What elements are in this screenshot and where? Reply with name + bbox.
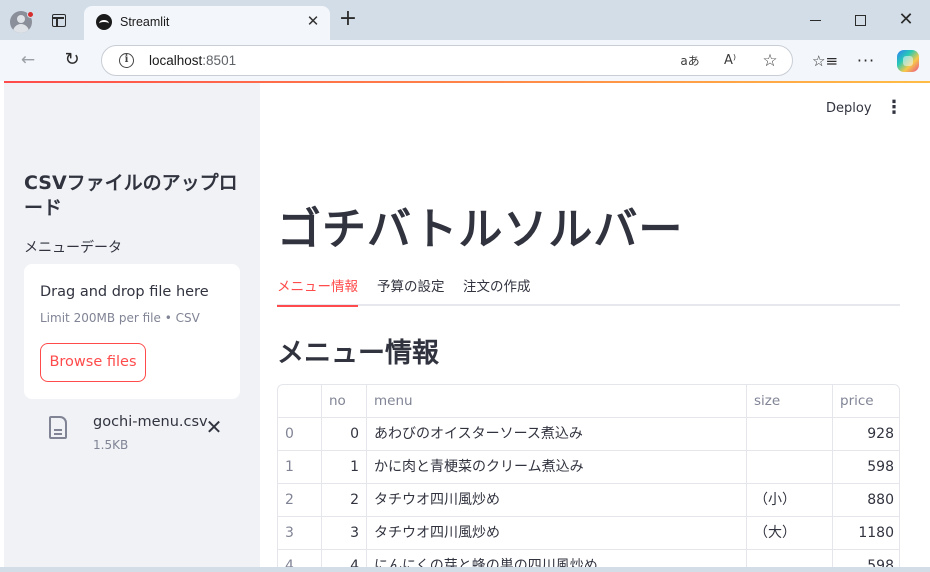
close-tab-icon[interactable]: ✕ (304, 12, 322, 30)
url-port: :8501 (202, 53, 237, 68)
row-index: 2 (278, 484, 322, 517)
column-header-price[interactable]: price (833, 385, 899, 418)
site-info-icon[interactable]: i (119, 53, 134, 68)
cell-no: 1 (322, 451, 367, 484)
tab-budget-settings[interactable]: 予算の設定 (377, 275, 445, 305)
tab-create-order[interactable]: 注文の作成 (463, 275, 531, 305)
cell-size: （大） (747, 517, 833, 550)
cell-menu: タチウオ四川風炒め (367, 484, 747, 517)
tab-list: メニュー情報 予算の設定 注文の作成 (277, 270, 900, 307)
copilot-icon[interactable] (897, 50, 919, 72)
close-window-icon[interactable]: ✕ (896, 10, 916, 30)
dropzone-limit: Limit 200MB per file • CSV (40, 311, 200, 325)
table-row[interactable]: 4 4 にんにくの芽と蜂の巣の四川風炒め 598 (278, 550, 899, 567)
translate-icon[interactable]: aあ (680, 51, 700, 71)
streamlit-app: CSVファイルのアップロード メニューデータ Drag and drop fil… (0, 81, 930, 567)
uploaded-file-name: gochi-menu.csv (93, 414, 208, 430)
cell-price: 598 (867, 558, 894, 567)
tab-actions-icon[interactable] (52, 14, 66, 27)
table-row[interactable]: 0 0 あわびのオイスターソース煮込み 928 (278, 418, 899, 451)
file-icon (49, 416, 67, 439)
table-row[interactable]: 1 1 かに肉と青梗菜のクリーム煮込み 598 (278, 451, 899, 484)
favorite-star-icon[interactable]: ☆ (760, 51, 780, 71)
reload-icon[interactable]: ↻ (62, 50, 82, 70)
cell-menu: タチウオ四川風炒め (367, 517, 747, 550)
avatar-body (13, 24, 29, 33)
cell-menu: あわびのオイスターソース煮込み (367, 418, 747, 451)
tab-title: Streamlit (120, 15, 170, 29)
row-index: 0 (278, 418, 322, 451)
more-options-icon[interactable]: ··· (856, 51, 876, 71)
section-title: メニュー情報 (277, 338, 439, 369)
table-header-row: no menu size price (278, 385, 899, 418)
cell-size (747, 550, 833, 567)
sidebar: CSVファイルのアップロード メニューデータ Drag and drop fil… (4, 83, 260, 567)
cell-price: 1180 (858, 525, 894, 541)
new-tab-icon[interactable]: + (338, 8, 358, 30)
cell-price: 928 (867, 426, 894, 442)
cell-menu: にんにくの芽と蜂の巣の四川風炒め (367, 550, 747, 567)
menu-dataframe[interactable]: no menu size price 0 0 あわびのオイスターソース煮込み 9… (277, 384, 900, 567)
cell-size (747, 418, 833, 451)
url-host: localhost (149, 53, 203, 68)
table-row[interactable]: 3 3 タチウオ四川風炒め （大） 1180 (278, 517, 899, 550)
address-bar[interactable]: i localhost:8501 aあ A⁾ ☆ (101, 45, 793, 76)
file-dropzone[interactable]: Drag and drop file here Limit 200MB per … (24, 264, 240, 399)
back-arrow-icon[interactable]: ← (18, 50, 38, 70)
read-aloud-icon[interactable]: A⁾ (720, 51, 740, 71)
minimize-window-icon[interactable] (806, 10, 826, 30)
cell-price: 880 (867, 492, 894, 508)
column-header-no[interactable]: no (322, 385, 367, 418)
cell-no: 2 (322, 484, 367, 517)
column-header-size[interactable]: size (747, 385, 833, 418)
cell-no: 0 (322, 418, 367, 451)
cell-size (747, 451, 833, 484)
maximize-window-icon[interactable] (850, 10, 870, 30)
uploaded-file-size: 1.5KB (93, 438, 129, 452)
row-index: 4 (278, 550, 322, 567)
tab-menu-info[interactable]: メニュー情報 (277, 275, 358, 307)
row-index: 1 (278, 451, 322, 484)
url-text: localhost:8501 (149, 53, 236, 68)
browse-files-button[interactable]: Browse files (40, 343, 146, 382)
window-bottom-edge (0, 567, 930, 572)
column-header-menu[interactable]: menu (367, 385, 747, 418)
column-header-index[interactable] (278, 385, 322, 418)
deploy-button[interactable]: Deploy (818, 99, 880, 118)
browser-tab-streamlit[interactable]: Streamlit ✕ (84, 6, 330, 40)
sidebar-title: CSVファイルのアップロード (24, 172, 238, 219)
cell-price: 598 (867, 459, 894, 475)
uploaded-file-item: gochi-menu.csv 1.5KB ✕ (24, 409, 240, 455)
browser-tab-bar: Streamlit ✕ + ✕ (0, 0, 930, 40)
cell-menu: かに肉と青梗菜のクリーム煮込み (367, 451, 747, 484)
cell-no: 4 (322, 550, 367, 567)
streamlit-favicon-icon (96, 14, 112, 30)
favorites-icon[interactable]: ☆≡ (812, 51, 838, 71)
page-title: ゴチバトルソルバー (277, 204, 684, 255)
cell-no: 3 (322, 517, 367, 550)
browser-toolbar: ← ↻ i localhost:8501 aあ A⁾ ☆ ☆≡ ··· (0, 40, 930, 81)
avatar-head (17, 15, 25, 23)
table-row[interactable]: 2 2 タチウオ四川風炒め （小） 880 (278, 484, 899, 517)
profile-notification-badge (27, 11, 34, 18)
cell-size: （小） (747, 484, 833, 517)
row-index: 3 (278, 517, 322, 550)
remove-file-icon[interactable]: ✕ (204, 417, 224, 437)
dropzone-instructions: Drag and drop file here (40, 284, 209, 300)
uploader-label: メニューデータ (24, 240, 122, 256)
main-menu-icon[interactable]: ⋮ (884, 97, 904, 119)
